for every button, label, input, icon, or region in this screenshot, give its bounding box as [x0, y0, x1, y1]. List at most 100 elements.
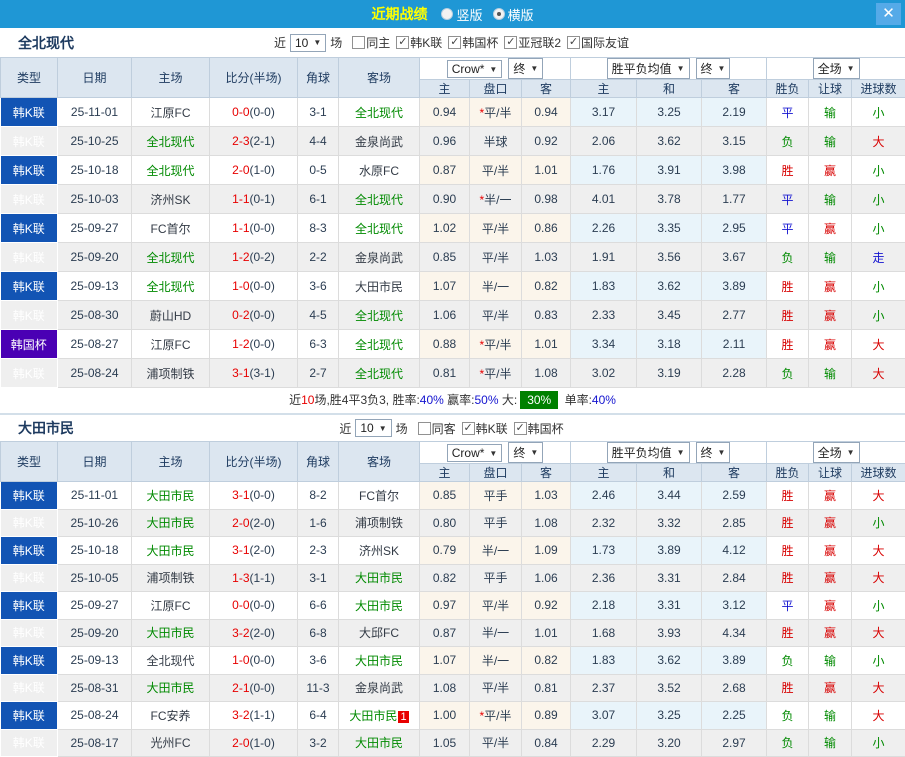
corners-cell: 2-2 — [298, 243, 339, 272]
col-header-odds-away: 客 — [522, 80, 571, 98]
full-time-score: 2-1 — [232, 681, 249, 695]
handicap-cell: 半球 — [470, 127, 522, 156]
radio-vertical-label[interactable]: 竖版 — [456, 5, 482, 24]
half-time-score: (1-1) — [250, 708, 275, 722]
odds-source-select[interactable]: Crow* — [447, 60, 503, 78]
avg-source-select[interactable]: 胜平负均值 — [607, 442, 690, 463]
checkbox-unchecked-icon[interactable] — [418, 422, 431, 435]
handicap-cell: 平/半 — [470, 301, 522, 330]
col-header-home: 主场 — [132, 442, 210, 482]
avg-home-cell: 1.76 — [571, 156, 637, 185]
checkbox-checked-icon[interactable]: ✓ — [567, 36, 580, 49]
odds-time-select[interactable]: 终 — [508, 58, 543, 79]
red-card-badge: 1 — [398, 711, 408, 723]
checkbox-checked-icon[interactable]: ✓ — [448, 36, 461, 49]
odds-home-cell: 0.81 — [420, 359, 470, 388]
avg-time-select[interactable]: 终 — [696, 442, 731, 463]
score-cell: 2-3(2-1) — [210, 127, 298, 156]
close-button[interactable]: ✕ — [876, 3, 901, 25]
checkbox-checked-icon[interactable]: ✓ — [504, 36, 517, 49]
league-cell: 韩K联 — [1, 674, 58, 702]
away-team-cell: 全北现代 — [339, 98, 420, 127]
handicap-cell: 平手 — [470, 564, 522, 592]
full-time-score: 1-0 — [232, 653, 249, 667]
handicap-cell: 平/半 — [470, 674, 522, 702]
goals-cell: 小 — [852, 214, 905, 243]
filter-checkbox[interactable]: ✓国际友谊 — [563, 34, 629, 51]
odds-away-cell: 0.92 — [522, 127, 571, 156]
table-row: 韩K联25-11-01大田市民3-1(0-0)8-2FC首尔0.85平手1.03… — [1, 482, 905, 510]
result-cell: 胜 — [767, 674, 809, 702]
scope-select[interactable]: 全场 — [813, 442, 860, 463]
full-time-score: 3-1 — [232, 543, 249, 557]
col-header-avg-draw: 和 — [637, 80, 702, 98]
handicap-cell: *半/一 — [470, 185, 522, 214]
date-cell: 25-08-17 — [58, 729, 132, 757]
date-cell: 25-09-27 — [58, 214, 132, 243]
filter-checkbox[interactable]: ✓韩国杯 — [444, 34, 498, 51]
odds-source-select[interactable]: Crow* — [447, 444, 503, 462]
radio-horizontal[interactable] — [493, 8, 505, 20]
radio-vertical[interactable] — [441, 8, 453, 20]
filter-checkbox[interactable]: ✓亚冠联2 — [500, 34, 561, 51]
odds-home-cell: 1.00 — [420, 702, 470, 730]
corners-cell: 11-3 — [298, 674, 339, 702]
handicap-result-cell: 输 — [809, 185, 852, 214]
col-header-avg-away: 客 — [702, 464, 767, 482]
checkbox-unchecked-icon[interactable] — [352, 36, 365, 49]
col-header-avg-home: 主 — [571, 464, 637, 482]
corners-cell: 3-6 — [298, 272, 339, 301]
radio-horizontal-label[interactable]: 横版 — [508, 5, 534, 24]
odds-away-cell: 1.01 — [522, 156, 571, 185]
checkbox-checked-icon[interactable]: ✓ — [514, 422, 527, 435]
avg-draw-cell: 3.45 — [637, 301, 702, 330]
avg-source-select[interactable]: 胜平负均值 — [607, 58, 690, 79]
filter-checkbox-label: 同主 — [366, 34, 390, 51]
table-row: 韩K联25-08-24FC安养3-2(1-1)6-4大田市民11.00*平/半0… — [1, 702, 905, 730]
filter-checkbox[interactable]: 同客 — [414, 420, 456, 437]
date-cell: 25-10-25 — [58, 127, 132, 156]
titlebar: 近期战绩 竖版 横版 ✕ — [0, 0, 905, 28]
filter-checkbox[interactable]: 同主 — [348, 34, 390, 51]
result-cell: 负 — [767, 729, 809, 757]
score-cell: 3-2(2-0) — [210, 619, 298, 647]
odds-group-header: Crow* 终 — [420, 58, 571, 80]
full-time-score: 2-0 — [232, 736, 249, 750]
handicap-cell: 半/一 — [470, 647, 522, 675]
away-team-cell: 金泉尚武 — [339, 674, 420, 702]
odds-home-cell: 0.90 — [420, 185, 470, 214]
avg-away-cell: 2.84 — [702, 564, 767, 592]
date-cell: 25-08-31 — [58, 674, 132, 702]
summary-segment: 30% — [520, 391, 558, 409]
scope-select[interactable]: 全场 — [813, 58, 860, 79]
result-cell: 平 — [767, 214, 809, 243]
checkbox-checked-icon[interactable]: ✓ — [396, 36, 409, 49]
half-time-score: (2-0) — [250, 516, 275, 530]
col-header-handicap-result: 让球 — [809, 80, 852, 98]
date-cell: 25-10-18 — [58, 156, 132, 185]
avg-group-header: 胜平负均值终 — [571, 442, 767, 464]
goals-cell: 走 — [852, 243, 905, 272]
avg-draw-cell: 3.78 — [637, 185, 702, 214]
avg-home-cell: 3.17 — [571, 98, 637, 127]
table-row: 韩K联25-10-26大田市民2-0(2-0)1-6浦项制铁0.80平手1.08… — [1, 509, 905, 537]
date-cell: 25-09-27 — [58, 592, 132, 620]
avg-away-cell: 3.67 — [702, 243, 767, 272]
odds-away-cell: 0.98 — [522, 185, 571, 214]
games-count-select[interactable]: 10 — [290, 34, 326, 52]
half-time-score: (0-0) — [250, 308, 275, 322]
odds-home-cell: 0.87 — [420, 619, 470, 647]
checkbox-checked-icon[interactable]: ✓ — [462, 422, 475, 435]
home-team-cell: 大田市民 — [132, 537, 210, 565]
avg-away-cell: 3.89 — [702, 647, 767, 675]
odds-away-cell: 0.89 — [522, 702, 571, 730]
filter-checkbox[interactable]: ✓韩国杯 — [510, 420, 564, 437]
filter-checkbox[interactable]: ✓韩K联 — [458, 420, 508, 437]
odds-time-select[interactable]: 终 — [508, 442, 543, 463]
games-count-select[interactable]: 10 — [355, 419, 391, 437]
away-team-cell: 全北现代 — [339, 330, 420, 359]
corners-cell: 6-3 — [298, 330, 339, 359]
filter-checkbox[interactable]: ✓韩K联 — [392, 34, 442, 51]
avg-time-select[interactable]: 终 — [696, 58, 731, 79]
away-team-cell: FC首尔 — [339, 482, 420, 510]
